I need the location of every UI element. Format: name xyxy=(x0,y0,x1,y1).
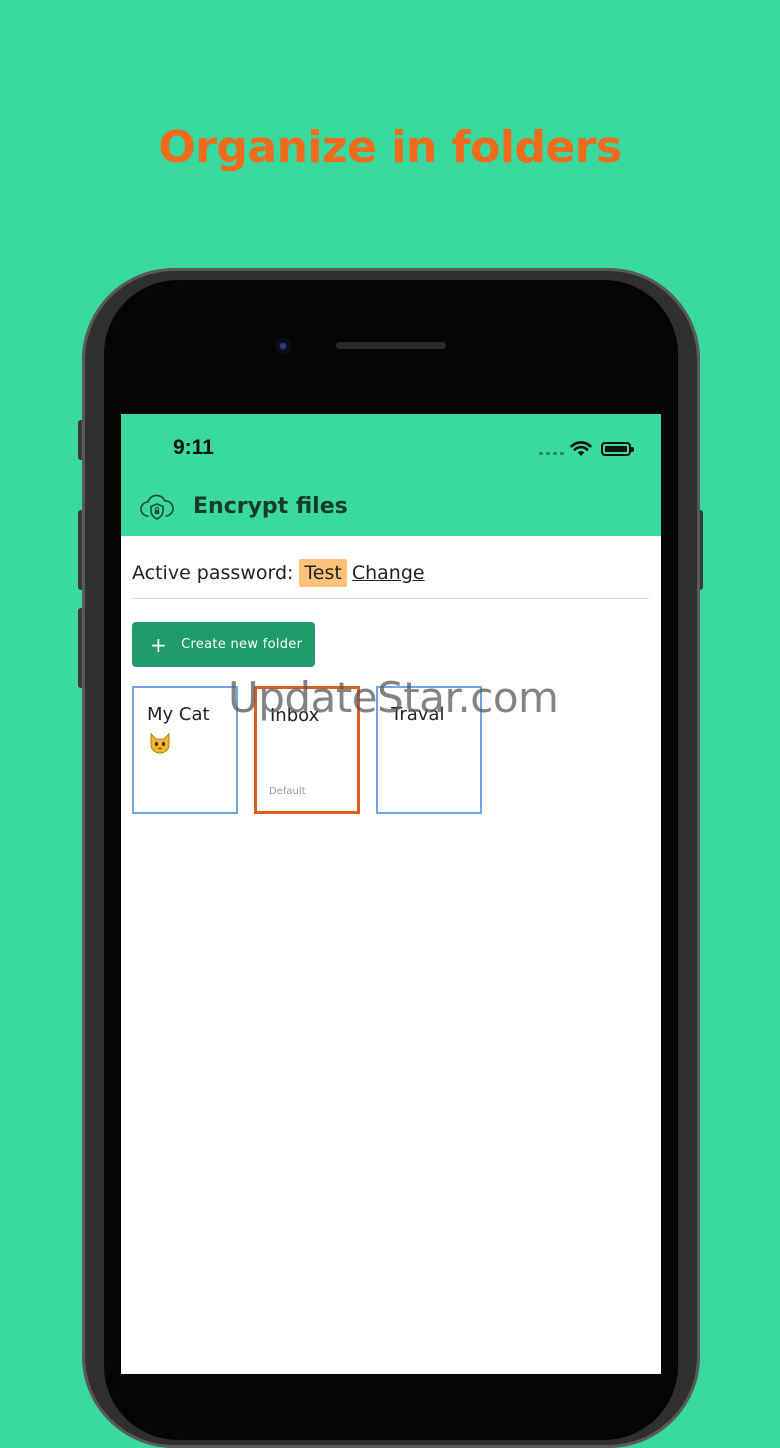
status-time: 9:11 xyxy=(173,436,214,459)
page-headline: Organize in folders xyxy=(158,122,622,173)
plus-icon: + xyxy=(150,632,168,657)
default-folder-label: Default xyxy=(269,786,306,797)
folder-card-my-cat[interactable]: My Cat xyxy=(132,686,238,814)
app-screen: 9:11 Encrypt files Active password: Test… xyxy=(121,414,661,1374)
active-password-row: Active password: Test Change xyxy=(132,559,425,587)
create-new-folder-button[interactable]: + Create new folder xyxy=(132,622,315,667)
active-password-label: Active password: xyxy=(132,562,294,584)
create-new-folder-label: Create new folder xyxy=(181,637,303,652)
app-header: 9:11 Encrypt files xyxy=(121,414,661,536)
front-camera xyxy=(275,338,291,354)
change-password-link[interactable]: Change xyxy=(352,562,425,584)
cloud-lock-icon xyxy=(140,494,174,520)
app-title: Encrypt files xyxy=(193,494,348,519)
divider xyxy=(132,598,649,599)
battery-icon xyxy=(601,442,634,456)
folder-name: My Cat xyxy=(147,704,210,725)
cellular-signal-icon xyxy=(539,452,564,455)
watermark: UpdateStar.com xyxy=(228,673,559,722)
cat-face-icon xyxy=(150,732,170,754)
active-password-value: Test xyxy=(299,559,347,587)
earpiece-speaker xyxy=(336,342,446,349)
wifi-icon xyxy=(570,441,592,456)
